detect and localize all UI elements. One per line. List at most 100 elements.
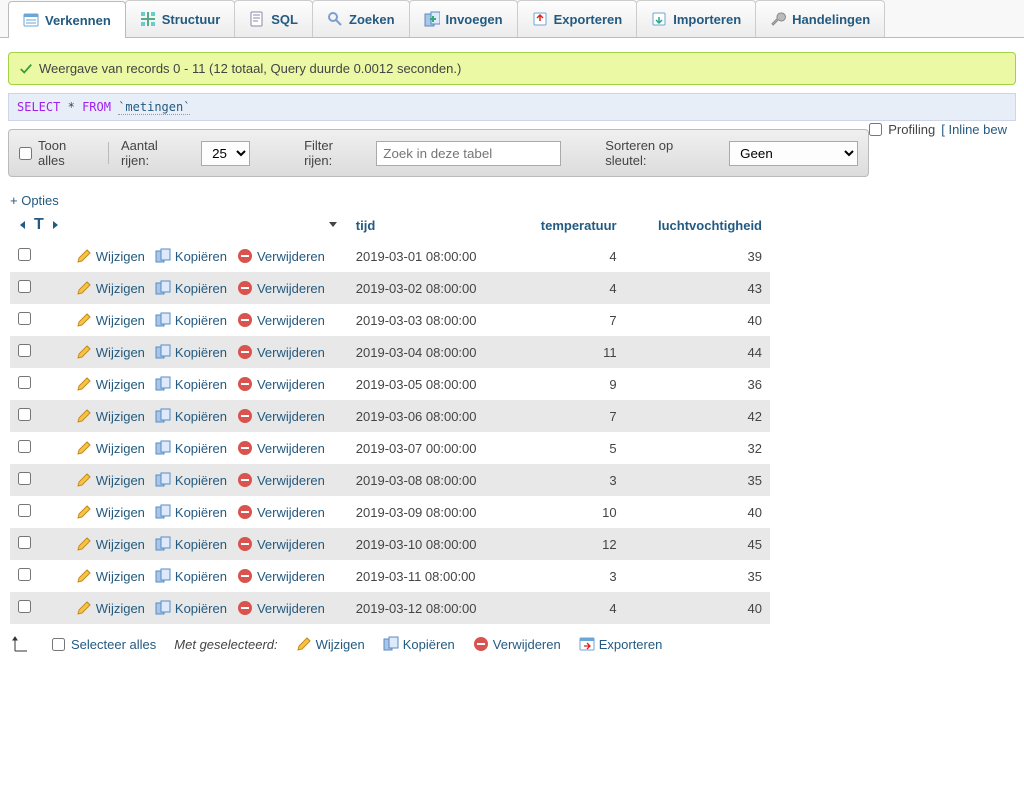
row-edit[interactable]: Wijzigen xyxy=(76,568,145,584)
options-toggle[interactable]: + Opties xyxy=(10,193,1014,208)
select-all[interactable]: Selecteer alles xyxy=(52,637,156,652)
show-all-checkbox[interactable] xyxy=(19,147,32,160)
tab-label: Handelingen xyxy=(792,12,870,27)
row-copy[interactable]: Kopiëren xyxy=(155,376,227,392)
controls-toolbar: Toon alles Aantal rijen: 25 Filter rijen… xyxy=(8,129,869,177)
row-edit[interactable]: Wijzigen xyxy=(76,408,145,424)
row-edit[interactable]: Wijzigen xyxy=(76,600,145,616)
sortkey-label: Sorteren op sleutel: xyxy=(605,138,717,168)
cell-temperatuur: 7 xyxy=(513,304,624,336)
row-delete[interactable]: Verwijderen xyxy=(237,344,325,360)
row-delete[interactable]: Verwijderen xyxy=(237,312,325,328)
tab-browse[interactable]: Verkennen xyxy=(8,1,126,38)
row-copy[interactable]: Kopiëren xyxy=(155,344,227,360)
sql-icon xyxy=(249,11,265,27)
arrow-up-left-icon xyxy=(10,634,34,654)
row-checkbox[interactable] xyxy=(18,504,31,517)
cell-temperatuur: 10 xyxy=(513,496,624,528)
tab-sql[interactable]: SQL xyxy=(234,0,313,37)
col-luchtvochtigheid[interactable]: luchtvochtigheid xyxy=(625,210,770,240)
row-copy[interactable]: Kopiëren xyxy=(155,600,227,616)
bulk-export[interactable]: Exporteren xyxy=(579,636,663,652)
row-checkbox[interactable] xyxy=(18,376,31,389)
tab-bar: Verkennen Structuur SQL Zoeken Invoegen … xyxy=(0,0,1024,38)
sortkey-select[interactable]: Geen xyxy=(729,141,858,166)
structure-icon xyxy=(140,11,156,27)
row-edit[interactable]: Wijzigen xyxy=(76,440,145,456)
select-all-label: Selecteer alles xyxy=(71,637,156,652)
row-checkbox[interactable] xyxy=(18,312,31,325)
show-all[interactable]: Toon alles xyxy=(19,138,96,168)
row-edit[interactable]: Wijzigen xyxy=(76,536,145,552)
profiling-label: Profiling xyxy=(888,122,935,137)
row-delete[interactable]: Verwijderen xyxy=(237,504,325,520)
row-checkbox[interactable] xyxy=(18,568,31,581)
row-checkbox[interactable] xyxy=(18,440,31,453)
tab-insert[interactable]: Invoegen xyxy=(409,0,518,37)
row-delete[interactable]: Verwijderen xyxy=(237,472,325,488)
bulk-copy[interactable]: Kopiëren xyxy=(383,636,455,652)
tab-export[interactable]: Exporteren xyxy=(517,0,638,37)
cell-tijd: 2019-03-12 08:00:00 xyxy=(348,592,514,624)
cell-tijd: 2019-03-06 08:00:00 xyxy=(348,400,514,432)
inline-edit-link[interactable]: [ Inline bew xyxy=(941,122,1007,137)
tab-label: Structuur xyxy=(162,12,221,27)
row-copy[interactable]: Kopiëren xyxy=(155,568,227,584)
table-row: Wijzigen Kopiëren Verwijderen 2019-03-12… xyxy=(10,592,770,624)
row-checkbox[interactable] xyxy=(18,248,31,261)
row-checkbox[interactable] xyxy=(18,472,31,485)
row-checkbox[interactable] xyxy=(18,280,31,293)
row-edit[interactable]: Wijzigen xyxy=(76,504,145,520)
select-all-checkbox[interactable] xyxy=(52,638,65,651)
row-copy[interactable]: Kopiëren xyxy=(155,440,227,456)
bulk-delete[interactable]: Verwijderen xyxy=(473,636,561,652)
cell-luchtvochtigheid: 45 xyxy=(625,528,770,560)
row-copy[interactable]: Kopiëren xyxy=(155,472,227,488)
table-row: Wijzigen Kopiëren Verwijderen 2019-03-09… xyxy=(10,496,770,528)
row-delete[interactable]: Verwijderen xyxy=(237,280,325,296)
row-edit[interactable]: Wijzigen xyxy=(76,312,145,328)
cell-tijd: 2019-03-01 08:00:00 xyxy=(348,240,514,272)
row-checkbox[interactable] xyxy=(18,536,31,549)
row-edit[interactable]: Wijzigen xyxy=(76,376,145,392)
bulk-edit[interactable]: Wijzigen xyxy=(296,636,365,652)
row-checkbox[interactable] xyxy=(18,600,31,613)
row-delete[interactable]: Verwijderen xyxy=(237,248,325,264)
row-delete[interactable]: Verwijderen xyxy=(237,376,325,392)
tab-search[interactable]: Zoeken xyxy=(312,0,410,37)
row-copy[interactable]: Kopiëren xyxy=(155,280,227,296)
row-copy[interactable]: Kopiëren xyxy=(155,312,227,328)
filter-input[interactable] xyxy=(376,141,561,166)
row-edit[interactable]: Wijzigen xyxy=(76,344,145,360)
row-checkbox[interactable] xyxy=(18,408,31,421)
row-copy[interactable]: Kopiëren xyxy=(155,248,227,264)
cell-luchtvochtigheid: 35 xyxy=(625,464,770,496)
row-copy[interactable]: Kopiëren xyxy=(155,408,227,424)
insert-icon xyxy=(424,11,440,27)
row-copy[interactable]: Kopiëren xyxy=(155,504,227,520)
separator xyxy=(108,142,109,164)
cell-luchtvochtigheid: 40 xyxy=(625,496,770,528)
profiling-checkbox[interactable] xyxy=(869,123,882,136)
tab-import[interactable]: Importeren xyxy=(636,0,756,37)
row-delete[interactable]: Verwijderen xyxy=(237,408,325,424)
cell-luchtvochtigheid: 43 xyxy=(625,272,770,304)
row-edit[interactable]: Wijzigen xyxy=(76,248,145,264)
cell-tijd: 2019-03-04 08:00:00 xyxy=(348,336,514,368)
row-edit[interactable]: Wijzigen xyxy=(76,280,145,296)
rowcount-select[interactable]: 25 xyxy=(201,141,250,166)
row-delete[interactable]: Verwijderen xyxy=(237,568,325,584)
col-tijd[interactable]: tijd xyxy=(348,210,514,240)
row-delete[interactable]: Verwijderen xyxy=(237,600,325,616)
tab-operations[interactable]: Handelingen xyxy=(755,0,885,37)
row-edit[interactable]: Wijzigen xyxy=(76,472,145,488)
tab-structure[interactable]: Structuur xyxy=(125,0,236,37)
row-delete[interactable]: Verwijderen xyxy=(237,440,325,456)
row-checkbox[interactable] xyxy=(18,344,31,357)
column-arrows[interactable]: T xyxy=(18,216,60,234)
cell-tijd: 2019-03-03 08:00:00 xyxy=(348,304,514,336)
col-temperatuur[interactable]: temperatuur xyxy=(513,210,624,240)
row-delete[interactable]: Verwijderen xyxy=(237,536,325,552)
sort-indicator-icon[interactable] xyxy=(326,217,340,231)
row-copy[interactable]: Kopiëren xyxy=(155,536,227,552)
